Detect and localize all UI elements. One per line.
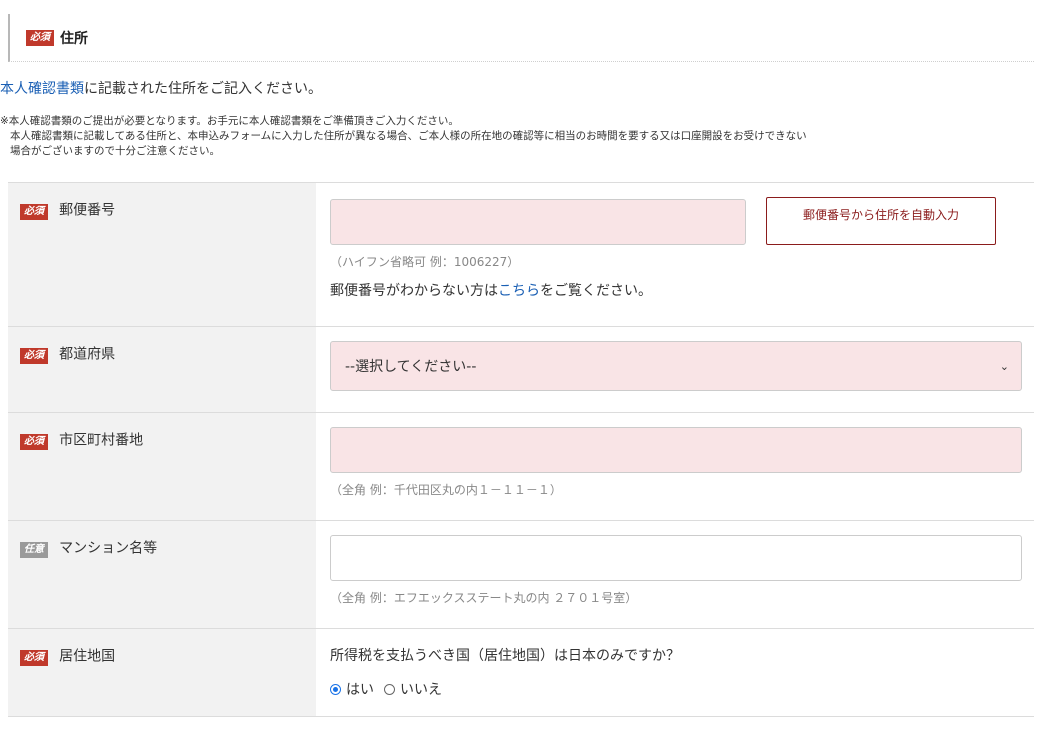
label-cell: 必須 居住地国 [8, 628, 316, 717]
lead-text: 本人確認書類に記載された住所をご記入ください。 [0, 78, 322, 98]
lead-rest: に記載された住所をご記入ください。 [84, 81, 322, 97]
row-residence: 必須 居住地国 所得税を支払うべき国（居住地国）は日本のみですか？ はい いいえ [8, 628, 1034, 717]
building-input[interactable] [330, 535, 1022, 581]
row-city: 必須 市区町村番地 （全角 例：千代田区丸の内１－１１－１） [8, 412, 1034, 521]
help-text: をご覧ください。 [540, 283, 652, 299]
help-text: 郵便番号がわからない方は [330, 283, 498, 299]
chevron-down-icon: ⌄ [999, 359, 1009, 373]
optional-badge: 任意 [20, 542, 48, 558]
label-cell: 必須 郵便番号 [8, 182, 316, 327]
radio-label: いいえ [400, 682, 442, 698]
city-label: 市区町村番地 [59, 432, 144, 449]
prefecture-selected: --選択してください-- [345, 359, 477, 375]
building-label: マンション名等 [59, 540, 158, 557]
required-badge: 必須 [20, 650, 48, 666]
label-cell: 任意 マンション名等 [8, 520, 316, 629]
field-cell: （全角 例：エフエックスステート丸の内 ２７０１号室） [316, 520, 1034, 629]
postal-code-input[interactable] [330, 199, 746, 245]
postal-code-row: 郵便番号から住所を自動入力 [330, 197, 1022, 245]
required-badge: 必須 [20, 434, 48, 450]
section-header: 必須 住所 [8, 14, 1034, 62]
field-cell: 所得税を支払うべき国（居住地国）は日本のみですか？ はい いいえ [316, 628, 1034, 717]
required-badge: 必須 [26, 29, 54, 46]
note-line: 場合がございますので十分ご注意ください。 [10, 145, 220, 157]
required-badge: 必須 [20, 204, 48, 220]
row-building: 任意 マンション名等 （全角 例：エフエックスステート丸の内 ２７０１号室） [8, 520, 1034, 629]
prefecture-select[interactable]: --選択してください-- ⌄ [330, 341, 1022, 391]
city-input[interactable] [330, 427, 1022, 473]
note-line: 本人確認書類に記載してある住所と、本申込みフォームに入力した住所が異なる場合、ご… [10, 130, 807, 142]
building-hint: （全角 例：エフエックスステート丸の内 ２７０１号室） [330, 591, 638, 605]
prefecture-label: 都道府県 [59, 346, 116, 363]
residence-question: 所得税を支払うべき国（居住地国）は日本のみですか？ [330, 648, 680, 664]
radio-button-checked[interactable] [330, 683, 341, 695]
field-cell: --選択してください-- ⌄ [316, 326, 1034, 413]
address-form-page: 必須 住所 本人確認書類に記載された住所をご記入ください。 ※本人確認書類のご提… [0, 0, 1046, 732]
section-title: 住所 [60, 30, 88, 47]
label-cell: 必須 市区町村番地 [8, 412, 316, 521]
residence-label: 居住地国 [59, 648, 116, 665]
radio-button-unchecked[interactable] [384, 683, 395, 695]
field-cell: （全角 例：千代田区丸の内１－１１－１） [316, 412, 1034, 521]
label-cell: 必須 都道府県 [8, 326, 316, 413]
postal-code-help: 郵便番号がわからない方はこちらをご覧ください。 [330, 280, 1022, 300]
note-line: ※本人確認書類のご提出が必要となります。お手元に本人確認書類をご準備頂きご入力く… [0, 115, 459, 127]
row-postal-code: 必須 郵便番号 郵便番号から住所を自動入力 （ハイフン省略可 例：1006227… [8, 182, 1034, 327]
address-form-table: 必須 郵便番号 郵便番号から住所を自動入力 （ハイフン省略可 例：1006227… [8, 182, 1034, 717]
auto-fill-address-button[interactable]: 郵便番号から住所を自動入力 [766, 197, 996, 245]
postal-lookup-link[interactable]: こちら [498, 283, 540, 299]
city-hint: （全角 例：千代田区丸の内１－１１－１） [330, 483, 562, 497]
residence-radio-group: はい いいえ [330, 679, 1022, 699]
radio-option-no[interactable]: いいえ [384, 679, 442, 699]
row-prefecture: 必須 都道府県 --選択してください-- ⌄ [8, 326, 1034, 413]
notes: ※本人確認書類のご提出が必要となります。お手元に本人確認書類をご準備頂きご入力く… [0, 114, 1040, 159]
postal-code-hint: （ハイフン省略可 例：1006227） [330, 255, 520, 269]
required-badge: 必須 [20, 348, 48, 364]
field-cell: 郵便番号から住所を自動入力 （ハイフン省略可 例：1006227） 郵便番号がわ… [316, 182, 1034, 327]
radio-option-yes[interactable]: はい [330, 679, 374, 699]
id-documents-link[interactable]: 本人確認書類 [0, 81, 84, 97]
radio-label: はい [346, 682, 374, 698]
postal-code-label: 郵便番号 [59, 202, 116, 219]
